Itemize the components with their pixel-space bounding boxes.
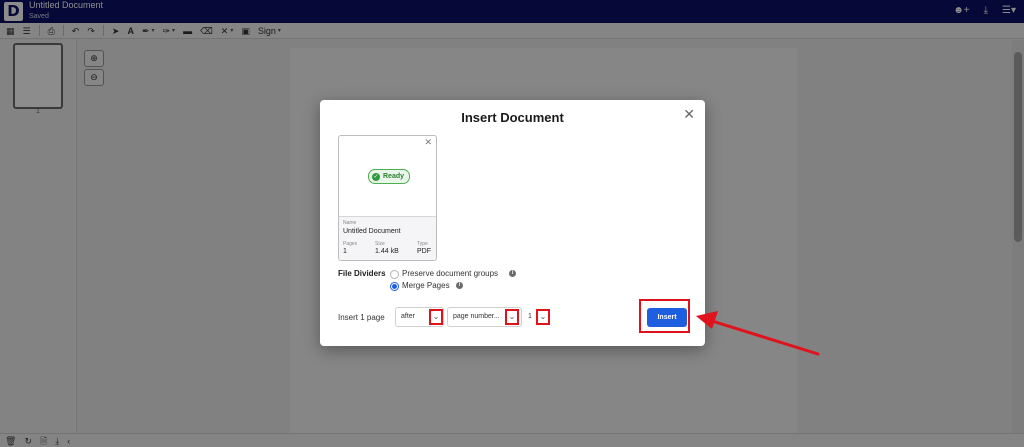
page-number-value: 1 [528, 313, 532, 320]
size-value: 1.44 kB [375, 248, 399, 255]
remove-document-icon[interactable]: ✕ [424, 137, 432, 148]
pages-label: Pages [343, 241, 358, 247]
document-name: Untitled Document [343, 228, 401, 235]
preserve-groups-radio[interactable] [390, 270, 399, 279]
info-icon[interactable]: i [456, 282, 463, 289]
type-value: PDF [417, 248, 431, 255]
info-icon[interactable]: i [509, 270, 516, 277]
file-dividers-label: File Dividers [338, 269, 386, 278]
merge-pages-label[interactable]: Merge Pages [402, 281, 450, 290]
merge-pages-radio[interactable] [390, 282, 399, 291]
size-label: Size [375, 241, 385, 247]
pages-value: 1 [343, 248, 347, 255]
status-badge: ✓ Ready [368, 169, 411, 184]
document-meta: Name Untitled Document Pages 1 Size 1.44… [339, 216, 436, 260]
insert-document-modal: Insert Document ✕ ✕ ✓ Ready Name Untitle… [320, 100, 705, 346]
modal-title: Insert Document [461, 110, 564, 125]
close-icon[interactable]: ✕ [683, 106, 695, 122]
insert-reference-value: page number... [453, 313, 500, 320]
page-number-select[interactable]: 1 ⌄ [525, 307, 552, 327]
chevron-down-icon[interactable]: ⌄ [536, 309, 550, 325]
annotation-arrow [696, 311, 820, 356]
chevron-down-icon[interactable]: ⌄ [429, 309, 443, 325]
name-label: Name [343, 220, 357, 226]
check-icon: ✓ [372, 172, 380, 181]
insert-position-value: after [401, 313, 416, 320]
insert-count-label: Insert 1 page [338, 313, 385, 322]
type-label: Type [417, 241, 428, 247]
status-badge-label: Ready [383, 173, 405, 180]
insert-button[interactable]: Insert [647, 308, 687, 327]
chevron-down-icon[interactable]: ⌄ [505, 309, 519, 325]
insert-reference-select[interactable]: page number... ⌄ [447, 307, 522, 327]
insert-position-select[interactable]: after ⌄ [395, 307, 444, 327]
preserve-groups-label[interactable]: Preserve document groups [402, 269, 498, 278]
document-card: ✕ ✓ Ready Name Untitled Document Pages 1… [338, 135, 437, 261]
